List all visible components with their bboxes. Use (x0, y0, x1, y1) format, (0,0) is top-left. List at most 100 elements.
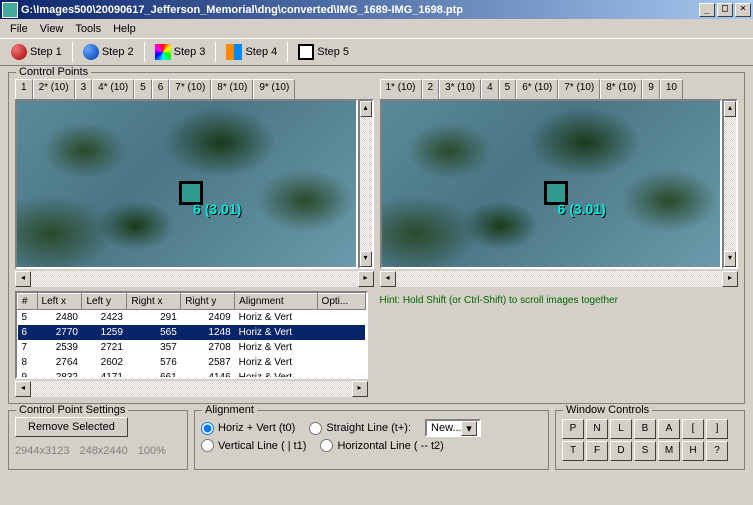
radio-horiz-vert[interactable]: Horiz + Vert (t0) (201, 422, 295, 435)
radio-sl-label: Straight Line (t+): (326, 422, 411, 434)
image-tab[interactable]: 9* (10) (253, 79, 295, 99)
column-header[interactable]: Right y (181, 294, 235, 310)
scroll-track[interactable] (31, 381, 352, 397)
image-tab[interactable]: 8* (10) (211, 79, 253, 99)
image-tab[interactable]: 3 (75, 79, 93, 99)
scroll-down-icon[interactable]: ▾ (724, 251, 736, 267)
scroll-right-icon[interactable]: ▸ (722, 271, 738, 287)
radio-hv-input[interactable] (201, 422, 214, 435)
menu-tools[interactable]: Tools (69, 21, 107, 37)
toolbar-step2[interactable]: Step 2 (76, 41, 141, 63)
toolbar-step5[interactable]: Step 5 (291, 41, 356, 63)
straight-line-select[interactable]: New... (425, 419, 481, 437)
table-row[interactable]: 6277012595651248Horiz & Vert (18, 325, 366, 340)
window-control-button[interactable]: H (682, 441, 704, 461)
radio-hl-input[interactable] (320, 439, 333, 452)
menu-help[interactable]: Help (107, 21, 142, 37)
toolbar-step1[interactable]: Step 1 (4, 41, 69, 63)
scroll-right-icon[interactable]: ▸ (352, 381, 368, 397)
window-control-button[interactable]: F (586, 441, 608, 461)
image-tab[interactable]: 6 (152, 79, 170, 99)
scroll-up-icon[interactable]: ▴ (360, 101, 372, 117)
left-vscroll[interactable]: ▴▾ (358, 99, 374, 269)
left-hscroll[interactable]: ◂▸ (15, 271, 374, 287)
radio-sl-input[interactable] (309, 422, 322, 435)
scroll-right-icon[interactable]: ▸ (358, 271, 374, 287)
image-tab[interactable]: 1* (10) (380, 79, 422, 99)
radio-horizontal-line[interactable]: Horizontal Line ( -- t2) (320, 439, 443, 452)
image-tab[interactable]: 7* (10) (558, 79, 600, 99)
window-control-button[interactable]: ] (706, 419, 728, 439)
right-hscroll[interactable]: ◂▸ (380, 271, 739, 287)
table-row[interactable]: 5248024232912409Horiz & Vert (18, 310, 366, 325)
right-tabrow: 1* (10)23* (10)456* (10)7* (10)8* (10)91… (380, 79, 739, 99)
image-tab[interactable]: 2 (422, 79, 440, 99)
image-tab[interactable]: 5 (499, 79, 517, 99)
image-tab[interactable]: 3* (10) (439, 79, 481, 99)
window-control-button[interactable]: S (634, 441, 656, 461)
scroll-down-icon[interactable]: ▾ (360, 251, 372, 267)
window-control-button[interactable]: ? (706, 441, 728, 461)
radio-straight-line[interactable]: Straight Line (t+): (309, 422, 411, 435)
table-cell: 2770 (37, 325, 82, 340)
toolbar-step3[interactable]: Step 3 (148, 41, 213, 63)
image-tab[interactable]: 9 (642, 79, 660, 99)
window-control-button[interactable]: P (562, 419, 584, 439)
image-tab[interactable]: 4 (481, 79, 499, 99)
image-tab[interactable]: 10 (660, 79, 683, 99)
column-header[interactable]: Opti... (317, 294, 365, 310)
column-header[interactable]: Alignment (235, 294, 317, 310)
column-header[interactable]: Right x (127, 294, 181, 310)
hint-text: Hint: Hold Shift (or Ctrl-Shift) to scro… (374, 291, 739, 397)
window-control-button[interactable]: D (610, 441, 632, 461)
right-vscroll[interactable]: ▴▾ (722, 99, 738, 269)
image-tab[interactable]: 2* (10) (33, 79, 75, 99)
table-hscroll[interactable]: ◂▸ (15, 381, 368, 397)
alignment-group: Alignment Horiz + Vert (t0) Straight Lin… (194, 410, 549, 470)
table-cell: Horiz & Vert (235, 370, 317, 380)
scroll-up-icon[interactable]: ▴ (724, 101, 736, 117)
minimize-button[interactable]: _ (699, 3, 715, 17)
scroll-track[interactable] (31, 271, 358, 287)
scroll-left-icon[interactable]: ◂ (15, 381, 31, 397)
left-image-view[interactable]: 6 (3.01) (15, 99, 358, 269)
scroll-left-icon[interactable]: ◂ (380, 271, 396, 287)
window-control-button[interactable]: B (634, 419, 656, 439)
image-tab[interactable]: 1 (15, 79, 33, 99)
image-tab[interactable]: 8* (10) (600, 79, 642, 99)
right-panel: 1* (10)23* (10)456* (10)7* (10)8* (10)91… (380, 79, 739, 287)
alignment-legend: Alignment (202, 404, 257, 416)
column-header[interactable]: # (18, 294, 38, 310)
menu-file[interactable]: File (4, 21, 34, 37)
control-points-table[interactable]: #Left xLeft yRight xRight yAlignmentOpti… (15, 291, 368, 379)
scroll-left-icon[interactable]: ◂ (15, 271, 31, 287)
window-control-button[interactable]: M (658, 441, 680, 461)
remove-selected-button[interactable]: Remove Selected (15, 417, 128, 437)
scroll-track[interactable] (396, 271, 723, 287)
scroll-track[interactable] (724, 117, 736, 251)
image-tab[interactable]: 6* (10) (516, 79, 558, 99)
right-image-view[interactable]: 6 (3.01) (380, 99, 723, 269)
table-row[interactable]: 7253927213572708Horiz & Vert (18, 340, 366, 355)
image-tab[interactable]: 4* (10) (92, 79, 134, 99)
menu-view[interactable]: View (34, 21, 70, 37)
image-tab[interactable]: 7* (10) (169, 79, 211, 99)
column-header[interactable]: Left y (82, 294, 127, 310)
maximize-button[interactable]: □ (717, 3, 733, 17)
table-row[interactable]: 9283241716614146Horiz & Vert (18, 370, 366, 380)
window-control-button[interactable]: T (562, 441, 584, 461)
radio-vertical-line[interactable]: Vertical Line ( | t1) (201, 439, 306, 452)
window-control-button[interactable]: A (658, 419, 680, 439)
table-cell: 2602 (82, 355, 127, 370)
window-control-button[interactable]: L (610, 419, 632, 439)
radio-vl-input[interactable] (201, 439, 214, 452)
image-tab[interactable]: 5 (134, 79, 152, 99)
scroll-track[interactable] (360, 117, 372, 251)
close-button[interactable]: × (735, 3, 751, 17)
column-header[interactable]: Left x (37, 294, 82, 310)
window-control-button[interactable]: [ (682, 419, 704, 439)
window-control-button[interactable]: N (586, 419, 608, 439)
table-cell (317, 340, 365, 355)
toolbar-step4[interactable]: Step 4 (219, 41, 284, 63)
table-row[interactable]: 8276426025762587Horiz & Vert (18, 355, 366, 370)
